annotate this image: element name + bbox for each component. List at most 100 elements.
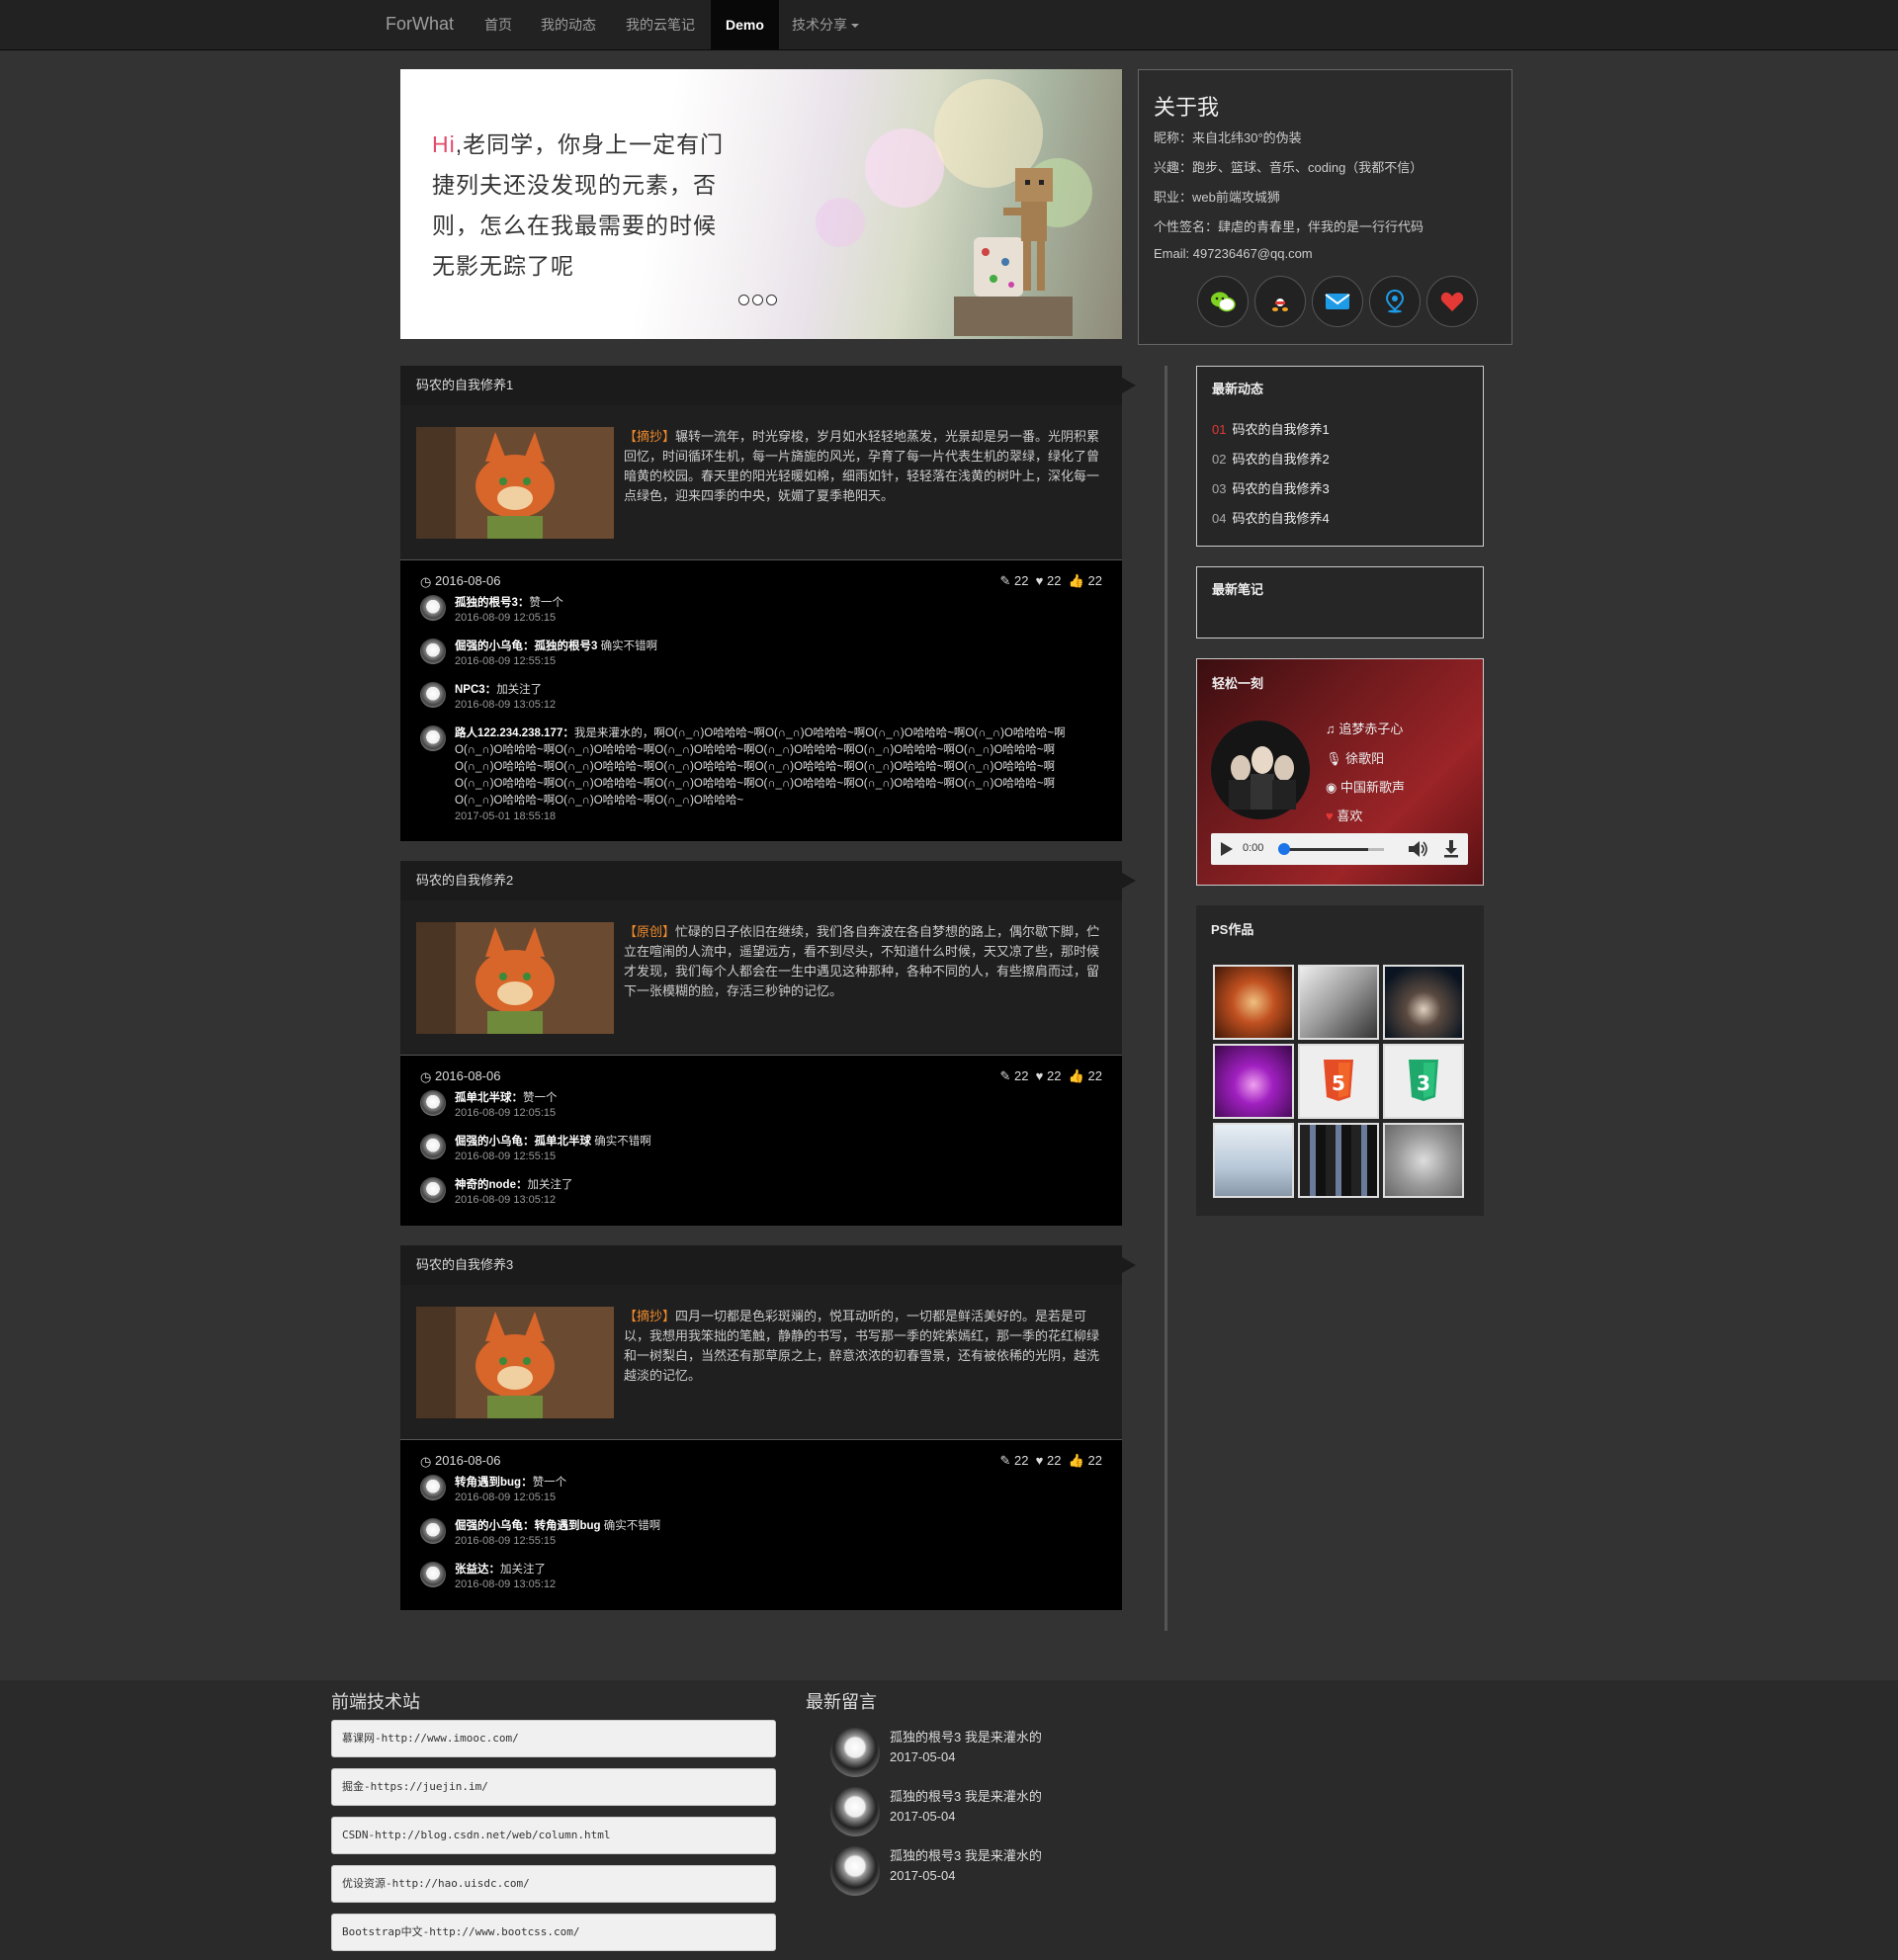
pencil-icon[interactable]: ✎: [999, 573, 1010, 588]
avatar[interactable]: [420, 725, 446, 751]
progress-fill: [1280, 848, 1369, 851]
article-thumbnail[interactable]: [416, 1307, 614, 1418]
latest-news-link[interactable]: 码农的自我修养4: [1232, 511, 1329, 526]
ps-work-thumbnail[interactable]: [1213, 965, 1294, 1040]
footer-link[interactable]: 掘金-https://juejin.im/: [331, 1768, 776, 1806]
article-title[interactable]: 码农的自我修养3: [400, 1245, 1122, 1285]
about-hobby: 兴趣：跑步、篮球、音乐、coding（我都不信）: [1154, 160, 1424, 175]
avatar[interactable]: [830, 1787, 880, 1836]
avatar[interactable]: [420, 1134, 446, 1159]
thumbs-up-icon[interactable]: 👍: [1069, 573, 1084, 588]
carousel-dot[interactable]: [752, 295, 763, 305]
about-nickname: 昵称：来自北纬30°的伪装: [1154, 130, 1302, 145]
avatar[interactable]: [420, 682, 446, 708]
heart-icon[interactable]: ♥: [1036, 1068, 1044, 1083]
ps-work-thumbnail[interactable]: 3: [1383, 1044, 1464, 1119]
comment-time: 2016-08-09 12:55:15: [455, 1150, 557, 1162]
album-cover[interactable]: [1211, 721, 1310, 819]
avatar[interactable]: [830, 1846, 880, 1896]
pencil-icon[interactable]: ✎: [999, 1068, 1010, 1083]
carousel-dot[interactable]: [738, 295, 749, 305]
nav-home[interactable]: 首页: [470, 0, 527, 49]
latest-news-item[interactable]: 02 码农的自我修养2: [1212, 449, 1330, 468]
heart-icon[interactable]: ♥: [1036, 1453, 1044, 1468]
avatar[interactable]: [420, 1090, 446, 1116]
qq-button[interactable]: [1254, 276, 1306, 327]
latest-news-item[interactable]: 01 码农的自我修养1: [1212, 419, 1330, 438]
article-thumbnail[interactable]: [416, 427, 614, 539]
progress-knob[interactable]: [1278, 843, 1290, 855]
article-thumbnail[interactable]: [416, 922, 614, 1034]
thumbs-up-icon[interactable]: 👍: [1069, 1068, 1084, 1083]
banner-carousel[interactable]: Hi,老同学，你身上一定有门捷列夫还没发现的元素，否则，怎么在我最需要的时候无影…: [400, 69, 1122, 339]
ps-work-thumbnail[interactable]: 5: [1298, 1044, 1379, 1119]
comment-user[interactable]: 转角遇到bug：: [455, 1477, 533, 1489]
footer-link[interactable]: 慕课网-http://www.imooc.com/: [331, 1720, 776, 1757]
nav-dynamics[interactable]: 我的动态: [526, 0, 611, 49]
latest-notes-panel: 最新笔记: [1196, 566, 1484, 639]
progress-track[interactable]: [1278, 843, 1384, 855]
bokeh-light: [865, 128, 944, 208]
comment-user[interactable]: 孤独的根号3：: [455, 597, 529, 609]
heart-icon[interactable]: ♥: [1036, 573, 1044, 588]
footer-link[interactable]: CSDN-http://blog.csdn.net/web/column.htm…: [331, 1817, 776, 1854]
article-title[interactable]: 码农的自我修养1: [400, 366, 1122, 405]
favorite-info[interactable]: ♥ 喜欢: [1326, 806, 1362, 824]
carousel-indicators: [738, 293, 780, 310]
article-title[interactable]: 码农的自我修养2: [400, 861, 1122, 900]
avatar[interactable]: [420, 1562, 446, 1587]
volume-icon[interactable]: [1409, 841, 1428, 857]
ps-work-thumbnail[interactable]: [1383, 965, 1464, 1040]
comment-user[interactable]: 路人122.234.238.177：: [455, 727, 574, 739]
ps-work-thumbnail[interactable]: [1298, 965, 1379, 1040]
avatar[interactable]: [420, 1475, 446, 1500]
ps-work-thumbnail[interactable]: [1213, 1044, 1294, 1119]
album-art-image: [1211, 721, 1310, 819]
download-icon[interactable]: [1444, 840, 1458, 858]
comment-user[interactable]: 倔强的小乌龟：转角遇到bug: [455, 1520, 601, 1532]
carousel-dot[interactable]: [766, 295, 777, 305]
edit-count: 22: [1013, 573, 1029, 588]
thumbs-up-icon[interactable]: 👍: [1069, 1453, 1084, 1468]
wechat-button[interactable]: [1197, 276, 1249, 327]
like-count: 22: [1047, 1453, 1062, 1468]
comment-user[interactable]: 孤单北半球：: [455, 1092, 523, 1104]
avatar[interactable]: [420, 1177, 446, 1203]
message-body: 孤独的根号3 我是来灌水的: [890, 1730, 1042, 1745]
mail-button[interactable]: [1312, 276, 1363, 327]
latest-news-link[interactable]: 码农的自我修养1: [1232, 422, 1329, 437]
pencil-icon[interactable]: ✎: [999, 1453, 1010, 1468]
latest-news-link[interactable]: 码农的自我修养3: [1232, 481, 1329, 496]
avatar[interactable]: [830, 1728, 880, 1777]
avatar[interactable]: [420, 595, 446, 621]
heart-button[interactable]: [1426, 276, 1478, 327]
comment-time: 2016-08-09 13:05:12: [455, 699, 557, 711]
avatar[interactable]: [420, 1518, 446, 1544]
rank-number: 03: [1212, 481, 1227, 496]
footer-link[interactable]: Bootstrap中文-http://www.bootcss.com/: [331, 1914, 776, 1951]
timeline-arrow: [1122, 1257, 1136, 1273]
comment-user[interactable]: 倔强的小乌龟：孤单北半球: [455, 1136, 591, 1148]
latest-news-item[interactable]: 04 码农的自我修养4: [1212, 508, 1330, 527]
comment-text: 孤独的根号3：赞一个: [455, 595, 1102, 612]
brand-logo[interactable]: ForWhat: [386, 14, 454, 35]
music-note-icon: ♫: [1326, 722, 1336, 736]
avatar[interactable]: [420, 639, 446, 664]
comment-user[interactable]: 倔强的小乌龟：孤独的根号3: [455, 640, 597, 652]
play-icon[interactable]: [1221, 842, 1233, 856]
comment-user[interactable]: NPC3：: [455, 684, 496, 696]
nav-tech-share[interactable]: 技术分享: [777, 0, 874, 49]
nav-demo[interactable]: Demo: [711, 0, 779, 49]
ps-work-thumbnail[interactable]: [1213, 1123, 1294, 1198]
location-button[interactable]: [1369, 276, 1421, 327]
nav-cloud-notes[interactable]: 我的云笔记: [611, 0, 710, 49]
about-email: Email: 497236467@qq.com: [1154, 246, 1313, 261]
comment-user[interactable]: 张益达：: [455, 1564, 500, 1576]
footer-link[interactable]: 优设资源-http://hao.uisdc.com/: [331, 1865, 776, 1903]
ps-work-thumbnail[interactable]: [1383, 1123, 1464, 1198]
latest-news-link[interactable]: 码农的自我修养2: [1232, 452, 1329, 467]
comment-text: 路人122.234.238.177：我是来灌水的，啊O(∩_∩)O哈哈哈~啊O(…: [455, 725, 1102, 810]
latest-news-item[interactable]: 03 码农的自我修养3: [1212, 478, 1330, 497]
comment-user[interactable]: 神奇的node：: [455, 1179, 527, 1191]
ps-work-thumbnail[interactable]: [1298, 1123, 1379, 1198]
